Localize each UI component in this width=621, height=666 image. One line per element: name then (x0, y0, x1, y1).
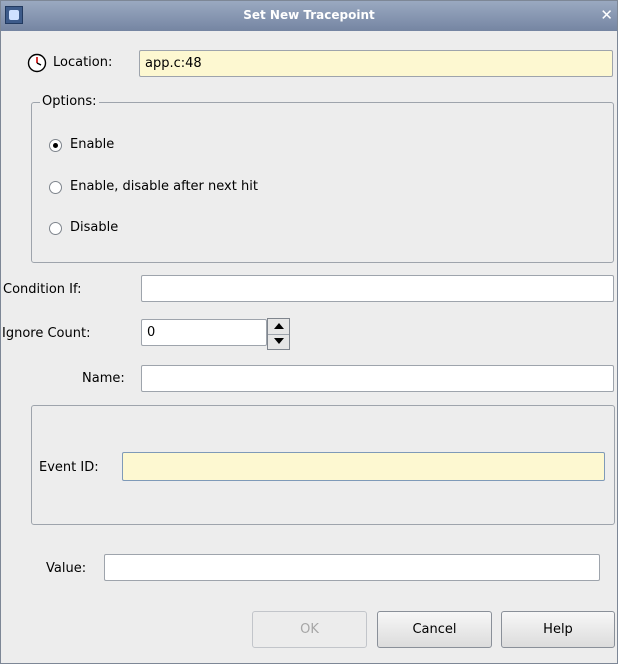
value-field[interactable] (104, 554, 600, 581)
ok-button[interactable]: OK (252, 611, 367, 648)
cancel-button[interactable]: Cancel (377, 611, 492, 648)
radio-disable-button[interactable] (49, 222, 62, 235)
window-title: Set New Tracepoint (243, 8, 375, 22)
event-id-label: Event ID: (39, 460, 99, 475)
options-legend: Options: (40, 94, 99, 109)
radio-enable-disable-after-hit-button[interactable] (49, 181, 62, 194)
options-group: Options: Enable Enable, disable after ne… (31, 94, 614, 263)
clock-icon (27, 53, 47, 73)
help-button[interactable]: Help (501, 611, 615, 648)
ignore-count-label: Ignore Count: (2, 326, 91, 341)
event-id-field[interactable] (122, 452, 605, 481)
location-field[interactable] (139, 50, 613, 77)
title-bar[interactable]: Set New Tracepoint ✕ (1, 1, 617, 31)
ignore-count-field[interactable] (141, 319, 267, 346)
name-field[interactable] (141, 365, 614, 392)
value-label: Value: (46, 561, 87, 576)
set-new-tracepoint-dialog: Set New Tracepoint ✕ Location: Options: … (0, 0, 618, 664)
condition-label: Condition If: (3, 282, 82, 297)
location-label: Location: (53, 55, 113, 70)
radio-enable-label: Enable (70, 137, 115, 152)
condition-field[interactable] (141, 275, 614, 302)
event-group: Event ID: (31, 405, 615, 525)
spin-up-arrow-icon[interactable] (268, 319, 289, 335)
radio-enable-disable-after-hit-label: Enable, disable after next hit (70, 179, 258, 194)
name-label: Name: (82, 371, 125, 386)
radio-enable-button[interactable] (49, 139, 62, 152)
spin-down-arrow-icon[interactable] (268, 334, 289, 349)
radio-disable-label: Disable (70, 220, 119, 235)
close-icon[interactable]: ✕ (600, 7, 613, 23)
ignore-count-spinner[interactable] (267, 318, 290, 350)
